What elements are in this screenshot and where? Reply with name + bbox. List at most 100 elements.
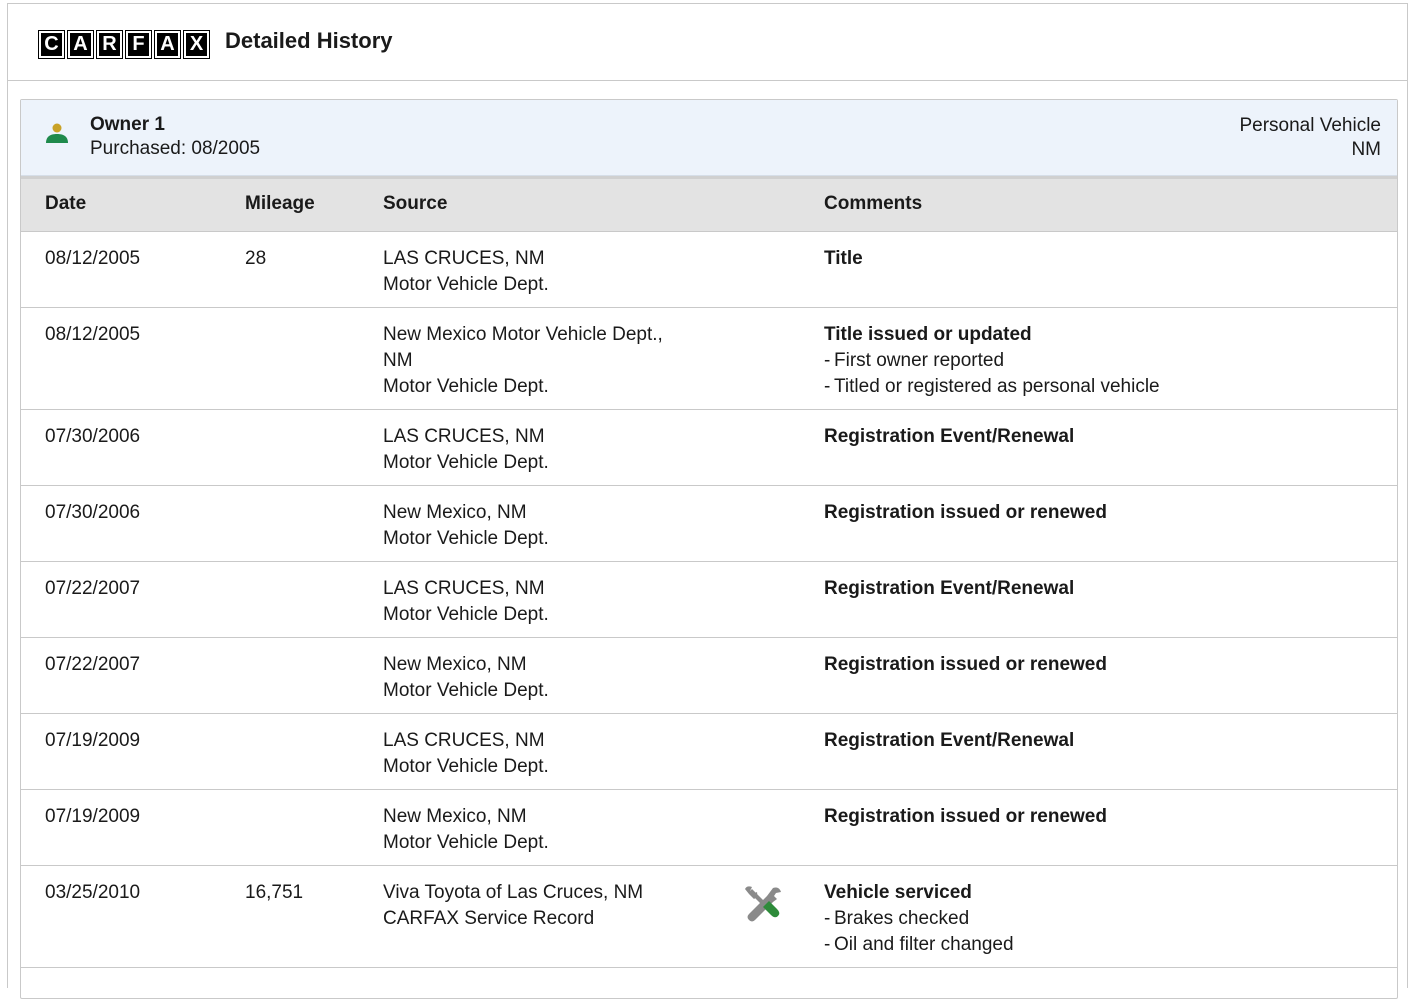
source-line: New Mexico, NM — [383, 654, 527, 675]
logo-letter: C — [38, 30, 65, 59]
report-header: CARFAX Detailed History — [8, 4, 1407, 81]
table-row: 07/30/2006 LAS CRUCES, NM Motor Vehicle De… — [21, 410, 1397, 486]
comment-detail-text: Brakes checked — [834, 908, 970, 929]
comment-title: Registration Event/Renewal — [824, 578, 1075, 599]
row-comments: Title issued or updated - First owner repo… — [824, 322, 1384, 400]
column-header-comments: Comments — [824, 193, 923, 214]
owner-summary-bar: Owner 1 Purchased: 08/2005 Personal Vehi… — [21, 100, 1397, 176]
row-mileage: 28 — [245, 248, 267, 269]
row-source: New Mexico, NM Motor Vehicle Dept. — [383, 652, 763, 704]
row-comments: Registration issued or renewed — [824, 804, 1384, 830]
row-source: Viva Toyota of Las Cruces, NM CARFAX Serv… — [383, 880, 763, 932]
source-line: CARFAX Service Record — [383, 908, 595, 929]
logo-letter: A — [154, 30, 181, 59]
logo-letter: R — [96, 30, 123, 59]
row-mileage: 16,751 — [245, 882, 304, 903]
row-comments: Vehicle serviced - Brakes checked - Oil and … — [824, 880, 1384, 958]
source-line: New Mexico Motor Vehicle Dept., — [383, 324, 663, 345]
row-source: New Mexico Motor Vehicle Dept., NM Motor V… — [383, 322, 763, 400]
comment-title: Registration issued or renewed — [824, 502, 1107, 523]
row-comments: Registration issued or renewed — [824, 652, 1384, 678]
row-date: 07/22/2007 — [45, 578, 141, 599]
table-row: 07/30/2006 New Mexico, NM Motor Vehicle De… — [21, 486, 1397, 562]
row-source: New Mexico, NM Motor Vehicle Dept. — [383, 804, 763, 856]
column-header-date: Date — [45, 193, 87, 214]
source-line: New Mexico, NM — [383, 502, 527, 523]
history-table-body: 08/12/2005 28 LAS CRUCES, NM Motor Vehicle … — [21, 232, 1397, 968]
comment-title: Registration issued or renewed — [824, 806, 1107, 827]
owner-history-card: Owner 1 Purchased: 08/2005 Personal Vehi… — [20, 99, 1398, 999]
page-title: Detailed History — [225, 28, 393, 53]
comment-detail-text: Titled or registered as personal vehicle — [834, 376, 1160, 397]
row-date: 07/22/2007 — [45, 654, 141, 675]
source-line: Motor Vehicle Dept. — [383, 832, 549, 853]
row-source: LAS CRUCES, NM Motor Vehicle Dept. — [383, 728, 763, 780]
comment-detail-text: Oil and filter changed — [834, 934, 1014, 955]
source-line: Motor Vehicle Dept. — [383, 680, 549, 701]
logo-letter: A — [67, 30, 94, 59]
service-tools-icon — [745, 886, 781, 922]
row-date: 07/30/2006 — [45, 426, 141, 447]
source-line: LAS CRUCES, NM — [383, 426, 545, 447]
table-row: 07/22/2007 New Mexico, NM Motor Vehicle De… — [21, 638, 1397, 714]
source-line: Motor Vehicle Dept. — [383, 274, 549, 295]
row-comments: Registration Event/Renewal — [824, 576, 1384, 602]
owner-purchase-date: Purchased: 08/2005 — [90, 138, 261, 159]
row-date: 08/12/2005 — [45, 248, 141, 269]
row-date: 07/30/2006 — [45, 502, 141, 523]
source-line: New Mexico, NM — [383, 806, 527, 827]
carfax-logo: CARFAX — [38, 30, 210, 59]
source-line: LAS CRUCES, NM — [383, 248, 545, 269]
column-header-mileage: Mileage — [245, 193, 315, 214]
comment-detail: - First owner reported — [824, 348, 1384, 374]
source-line: LAS CRUCES, NM — [383, 578, 545, 599]
row-date: 07/19/2009 — [45, 806, 141, 827]
table-header: Date Mileage Source Comments — [21, 176, 1397, 232]
source-line: Motor Vehicle Dept. — [383, 604, 549, 625]
bullet-dash: - — [824, 350, 831, 371]
source-line: LAS CRUCES, NM — [383, 730, 545, 751]
source-line: Viva Toyota of Las Cruces, NM — [383, 882, 644, 903]
row-comments: Registration issued or renewed — [824, 500, 1384, 526]
person-icon — [46, 123, 68, 143]
row-comments: Registration Event/Renewal — [824, 424, 1384, 450]
logo-letter: X — [183, 30, 210, 59]
comment-title: Vehicle serviced — [824, 882, 972, 903]
source-line: Motor Vehicle Dept. — [383, 452, 549, 473]
table-row: 03/25/2010 16,751 Viva Toyota of Las Cruce… — [21, 866, 1397, 968]
owner-state: NM — [1351, 139, 1381, 160]
row-comments: Registration Event/Renewal — [824, 728, 1384, 754]
comment-title: Registration Event/Renewal — [824, 730, 1075, 751]
table-row: 07/19/2009 LAS CRUCES, NM Motor Vehicle De… — [21, 714, 1397, 790]
comment-detail: - Oil and filter changed — [824, 932, 1384, 958]
row-source: LAS CRUCES, NM Motor Vehicle Dept. — [383, 424, 763, 476]
row-source: LAS CRUCES, NM Motor Vehicle Dept. — [383, 246, 763, 298]
table-row: 08/12/2005 New Mexico Motor Vehicle Dept.… — [21, 308, 1397, 410]
table-row: 08/12/2005 28 LAS CRUCES, NM Motor Vehicle … — [21, 232, 1397, 308]
row-source: New Mexico, NM Motor Vehicle Dept. — [383, 500, 763, 552]
report-frame: CARFAX Detailed History Owner 1 Purchase… — [7, 3, 1408, 999]
comment-detail-text: First owner reported — [834, 350, 1005, 371]
bullet-dash: - — [824, 908, 831, 929]
comment-title: Registration Event/Renewal — [824, 426, 1075, 447]
comment-detail: - Brakes checked — [824, 906, 1384, 932]
bullet-dash: - — [824, 934, 831, 955]
table-row: 07/19/2009 New Mexico, NM Motor Vehicle De… — [21, 790, 1397, 866]
source-line: NM — [383, 350, 413, 371]
owner-name: Owner 1 — [90, 114, 165, 135]
source-line: Motor Vehicle Dept. — [383, 756, 549, 777]
column-header-source: Source — [383, 193, 448, 214]
comment-title: Registration issued or renewed — [824, 654, 1107, 675]
comment-title: Title issued or updated — [824, 324, 1032, 345]
bullet-dash: - — [824, 376, 831, 397]
source-line: Motor Vehicle Dept. — [383, 528, 549, 549]
logo-letter: F — [125, 30, 152, 59]
table-row: 07/22/2007 LAS CRUCES, NM Motor Vehicle De… — [21, 562, 1397, 638]
source-line: Motor Vehicle Dept. — [383, 376, 549, 397]
row-date: 03/25/2010 — [45, 882, 141, 903]
row-source: LAS CRUCES, NM Motor Vehicle Dept. — [383, 576, 763, 628]
row-date: 07/19/2009 — [45, 730, 141, 751]
comment-title: Title — [824, 248, 863, 269]
row-date: 08/12/2005 — [45, 324, 141, 345]
row-comments: Title — [824, 246, 1384, 272]
